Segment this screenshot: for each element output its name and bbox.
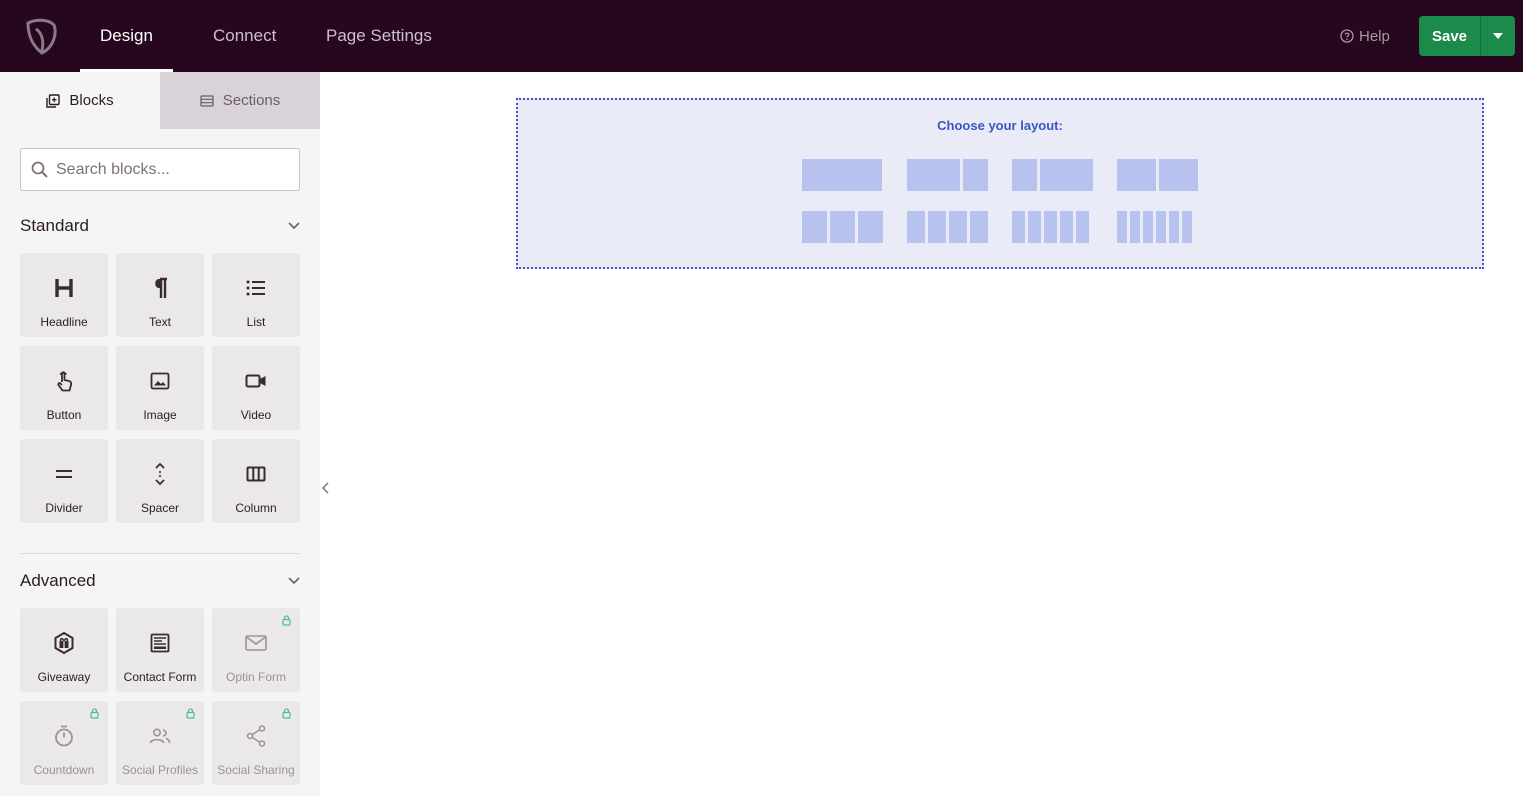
block-column-label: Column bbox=[235, 501, 277, 515]
block-optin-form[interactable]: Optin Form bbox=[212, 608, 300, 692]
timer-icon bbox=[55, 725, 73, 747]
block-divider[interactable]: Divider bbox=[20, 439, 108, 523]
block-contact-form[interactable]: Contact Form bbox=[116, 608, 204, 692]
standard-blocks-grid: Headline Text List Button Image Video Di… bbox=[20, 253, 300, 523]
block-video-label: Video bbox=[240, 408, 272, 422]
save-button-group: Save bbox=[1419, 16, 1515, 56]
chevron-down-icon bbox=[288, 222, 300, 230]
contact-form-icon bbox=[150, 633, 170, 653]
block-optin-form-label: Optin Form bbox=[225, 670, 286, 684]
mail-icon bbox=[245, 635, 267, 651]
layout-prompt: Choose your layout: bbox=[937, 118, 1063, 133]
save-button[interactable]: Save bbox=[1419, 16, 1480, 56]
block-list[interactable]: List bbox=[212, 253, 300, 337]
layout-option-1-3-2-3[interactable] bbox=[1012, 159, 1093, 191]
standard-section-title: Standard bbox=[20, 216, 89, 235]
share-icon bbox=[246, 725, 266, 747]
sections-icon bbox=[200, 94, 214, 107]
block-social-sharing[interactable]: Social Sharing bbox=[212, 701, 300, 785]
lock-icon bbox=[90, 708, 99, 719]
layout-option-4-columns[interactable] bbox=[907, 211, 988, 243]
caret-down-icon bbox=[1493, 33, 1503, 39]
block-headline-label: Headline bbox=[40, 315, 88, 329]
block-button-label: Button bbox=[46, 408, 82, 422]
layout-option-1-2-1-2[interactable] bbox=[1117, 159, 1198, 191]
people-icon bbox=[149, 728, 171, 744]
layout-chooser: Choose your layout: bbox=[516, 98, 1484, 269]
block-headline[interactable]: Headline bbox=[20, 253, 108, 337]
divider-icon bbox=[56, 470, 72, 478]
sidebar-tabs: Blocks Sections bbox=[0, 72, 320, 129]
standard-section-toggle[interactable]: Standard bbox=[20, 216, 300, 236]
lock-icon bbox=[282, 708, 291, 719]
block-column[interactable]: Column bbox=[212, 439, 300, 523]
sidebar-tab-blocks[interactable]: Blocks bbox=[0, 72, 160, 129]
search-blocks-field bbox=[20, 148, 300, 191]
tab-design-label: Design bbox=[100, 26, 153, 45]
block-giveaway-label: Giveaway bbox=[37, 670, 91, 684]
layout-option-6-columns[interactable] bbox=[1117, 211, 1192, 243]
tab-design[interactable]: Design bbox=[80, 0, 173, 72]
search-icon bbox=[31, 161, 48, 178]
layout-option-1-column[interactable] bbox=[802, 159, 882, 191]
block-video[interactable]: Video bbox=[212, 346, 300, 430]
block-list-label: List bbox=[246, 315, 266, 329]
headline-icon bbox=[55, 279, 73, 297]
tab-page-settings[interactable]: Page Settings bbox=[326, 0, 432, 72]
tab-connect-label: Connect bbox=[213, 26, 277, 45]
block-social-sharing-label: Social Sharing bbox=[217, 763, 295, 777]
search-blocks-input[interactable] bbox=[56, 160, 286, 179]
video-icon bbox=[245, 374, 266, 388]
block-contact-form-label: Contact Form bbox=[123, 670, 197, 684]
advanced-section-title: Advanced bbox=[20, 571, 96, 590]
blocks-icon bbox=[46, 93, 61, 108]
block-countdown[interactable]: Countdown bbox=[20, 701, 108, 785]
seedprod-logo-icon[interactable] bbox=[24, 17, 58, 55]
block-button[interactable]: Button bbox=[20, 346, 108, 430]
layout-option-2-3-1-3[interactable] bbox=[907, 159, 988, 191]
block-image-label: Image bbox=[143, 408, 177, 422]
collapse-sidebar-button[interactable] bbox=[320, 472, 330, 504]
block-giveaway[interactable]: Giveaway bbox=[20, 608, 108, 692]
help-button[interactable]: Help bbox=[1340, 0, 1390, 72]
tab-page-settings-label: Page Settings bbox=[326, 26, 432, 45]
help-label: Help bbox=[1359, 27, 1390, 45]
lock-icon bbox=[186, 708, 195, 719]
layout-option-3-columns[interactable] bbox=[802, 211, 883, 243]
paragraph-icon bbox=[155, 277, 167, 298]
sidebar-tab-sections-label: Sections bbox=[222, 92, 281, 109]
advanced-blocks-grid: Giveaway Contact Form Optin Form Countdo… bbox=[20, 608, 300, 785]
block-text[interactable]: Text bbox=[116, 253, 204, 337]
block-text-label: Text bbox=[148, 315, 171, 329]
chevron-left-icon bbox=[321, 482, 329, 494]
tab-connect[interactable]: Connect bbox=[213, 0, 276, 72]
image-icon bbox=[150, 372, 170, 390]
pointer-icon bbox=[57, 371, 73, 392]
blocks-sidebar: Blocks Sections Standard Headline Text bbox=[0, 72, 320, 796]
block-spacer[interactable]: Spacer bbox=[116, 439, 204, 523]
sidebar-tab-blocks-label: Blocks bbox=[69, 92, 114, 109]
layout-option-5-columns[interactable] bbox=[1012, 211, 1089, 243]
sidebar-tab-sections[interactable]: Sections bbox=[160, 72, 320, 129]
advanced-section-toggle[interactable]: Advanced bbox=[20, 571, 300, 591]
block-spacer-label: Spacer bbox=[140, 501, 180, 515]
section-divider bbox=[20, 553, 300, 554]
list-icon bbox=[246, 280, 265, 296]
save-options-button[interactable] bbox=[1480, 16, 1515, 56]
column-icon bbox=[246, 466, 266, 482]
block-social-profiles[interactable]: Social Profiles bbox=[116, 701, 204, 785]
lock-icon bbox=[282, 615, 291, 626]
spacer-icon bbox=[155, 462, 165, 486]
block-image[interactable]: Image bbox=[116, 346, 204, 430]
block-countdown-label: Countdown bbox=[33, 763, 95, 777]
giveaway-icon bbox=[54, 632, 74, 654]
block-divider-label: Divider bbox=[45, 501, 83, 515]
top-bar: Design Connect Page Settings Help Save bbox=[0, 0, 1523, 72]
chevron-down-icon bbox=[288, 577, 300, 585]
block-social-profiles-label: Social Profiles bbox=[121, 763, 199, 777]
help-icon bbox=[1340, 29, 1354, 43]
